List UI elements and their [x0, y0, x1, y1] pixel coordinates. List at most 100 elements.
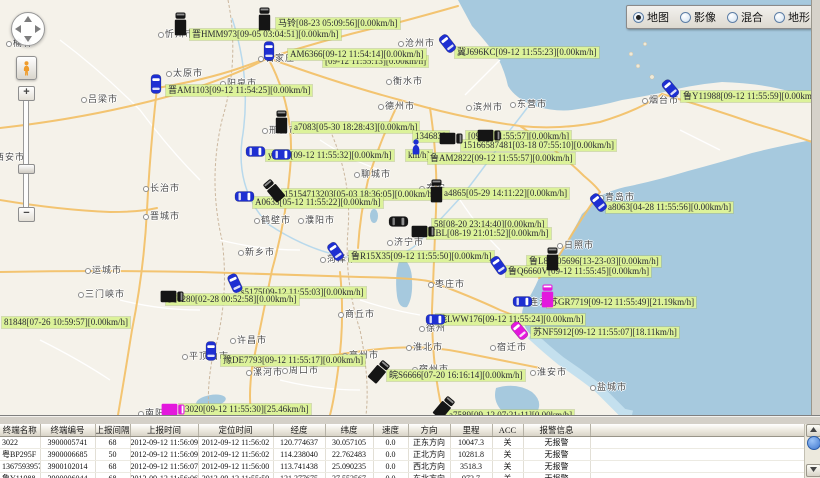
pan-control[interactable]	[11, 12, 45, 46]
vehicle-marker-car[interactable]	[205, 341, 217, 366]
cell: 东北方向	[408, 473, 450, 478]
city-label: 沧州市	[398, 36, 435, 49]
city-dot-icon	[230, 338, 236, 344]
column-header[interactable]: 终端编号	[40, 424, 95, 437]
vehicle-label[interactable]: 皖S6666[07-20 16:16:14][0.00km/h]	[387, 370, 525, 381]
vehicle-marker-truck[interactable]	[430, 179, 443, 208]
vehicle-label[interactable]: 冀6280[02-28 00:52:58][0.00km/h]	[166, 294, 299, 305]
cell: 鲁Y11988	[0, 473, 40, 478]
table-scrollbar[interactable]	[804, 424, 820, 478]
cell: 2012-09-12 11:55:59	[198, 473, 273, 478]
vehicle-label[interactable]: a7589[09-12 07:21:11][0.00km/h]	[447, 410, 574, 415]
table-row[interactable]: 30223900005741682012-09-12 11:56:092012-…	[0, 437, 805, 449]
column-header[interactable]: 速度	[373, 424, 408, 437]
vehicle-marker-car[interactable]	[230, 191, 255, 203]
zoom-slider-track[interactable]	[23, 99, 29, 209]
vehicle-marker-truck[interactable]	[546, 247, 559, 276]
map-canvas[interactable]: 榆林忻州市太原市阳泉市吕梁市石家庄沧州市衡水市德州市滨州市东营市烟台市邢台市聊城…	[0, 0, 820, 415]
vehicle-marker-truck[interactable]	[156, 403, 185, 415]
pan-left-icon[interactable]	[15, 25, 21, 33]
layer-option-1[interactable]: 影像	[680, 9, 716, 25]
vehicle-marker-truck[interactable]	[258, 7, 271, 36]
column-header[interactable]: 报警信息	[523, 424, 590, 437]
layer-option-0[interactable]: 地图	[633, 9, 669, 25]
vehicle-label[interactable]: 鲁AM2822[09-12 11:55:57][0.00km/h]	[428, 153, 575, 164]
column-header[interactable]: 终端名称	[0, 424, 40, 437]
table-row[interactable]: 1367593957...3900102014682012-09-12 11:5…	[0, 461, 805, 473]
cell: 关	[492, 437, 523, 449]
column-header[interactable]: 里程	[450, 424, 492, 437]
vehicle-marker-car[interactable]	[263, 41, 275, 66]
vehicle-label[interactable]: a7083[05-30 18:28:43][0.00km/h]	[292, 122, 419, 133]
vehicle-label[interactable]: a8063[04-28 11:55:56][0.00km/h]	[606, 202, 733, 213]
vehicle-label[interactable]: 81848[07-26 10:59:57][0.00km/h]	[2, 317, 130, 328]
column-header[interactable]: 纬度	[325, 424, 373, 437]
vehicle-marker-car[interactable]	[384, 216, 409, 228]
scroll-down-button[interactable]	[806, 464, 820, 477]
vehicle-marker-truck[interactable]	[472, 129, 501, 142]
column-header[interactable]: 上报时间	[130, 424, 198, 437]
vehicle-label[interactable]: 马铃[08-23 05:09:56][0.00km/h]	[276, 18, 400, 29]
column-header[interactable]: 上报间隔	[95, 424, 130, 437]
cell: 3900102014	[40, 461, 95, 473]
vehicle-label[interactable]: HBL[08-19 21:01:52][0.00km/h]	[427, 228, 551, 239]
vehicle-marker-truck[interactable]	[174, 12, 187, 41]
vehicle-label[interactable]: a4865[05-29 14:11:22][0.00km/h]	[442, 188, 569, 199]
vehicle-marker-car[interactable]	[267, 149, 292, 161]
vehicle-marker-car[interactable]	[508, 296, 533, 308]
vehicle-label[interactable]: 鲁Q6660V[09-12 11:55:45][0.00km/h]	[506, 266, 651, 277]
column-header[interactable]: 经度	[273, 424, 325, 437]
vehicle-label[interactable]: 晋AM1103[09-12 11:54:25][0.00km/h]	[166, 85, 312, 96]
vehicle-label[interactable]: AM6366[09-12 11:54:14][0.00km/h]	[288, 49, 426, 60]
pan-up-icon[interactable]	[24, 16, 32, 22]
vehicle-marker-truck[interactable]	[155, 290, 184, 303]
city-dot-icon	[298, 218, 304, 224]
radio-icon[interactable]	[680, 12, 691, 23]
layer-option-2[interactable]: 混合	[727, 9, 763, 25]
city-dot-icon	[642, 98, 648, 104]
city-label: 新乡市	[238, 245, 275, 258]
vehicle-label[interactable]: 鲁R15X35[09-12 11:55:50][0.00km/h]	[349, 251, 494, 262]
zoom-out-button[interactable]: −	[18, 207, 35, 222]
cell: 120.774637	[273, 437, 325, 449]
vehicle-label[interactable]: a3020[09-12 11:55:30][25.46km/h]	[179, 404, 311, 415]
pegman-button[interactable]	[16, 56, 37, 80]
vehicle-label[interactable]: 鲁Y11988[09-12 11:55:59][0.00km/h]	[681, 91, 820, 102]
table-row[interactable]: 粤BP295F3900006685502012-09-12 11:56:0920…	[0, 449, 805, 461]
column-header[interactable]: 定位时间	[198, 424, 273, 437]
table-row[interactable]: 鲁Y119883900006044682012-09-12 11:56:0620…	[0, 473, 805, 478]
vehicle-label[interactable]: 苏NF5912[09-12 11:55:07][18.11km/h]	[531, 327, 679, 338]
vehicle-marker-truck[interactable]	[434, 132, 463, 145]
vehicle-marker-car[interactable]	[241, 146, 266, 158]
cell: 2012-09-12 11:56:00	[198, 461, 273, 473]
layer-option-3[interactable]: 地形	[774, 9, 810, 25]
cell: 无报警	[523, 473, 590, 478]
zoom-slider-handle[interactable]	[18, 164, 35, 174]
vehicle-label[interactable]: 冀J696KC[09-12 11:55:23][0.00km/h]	[455, 47, 599, 58]
vehicle-marker-truck[interactable]	[541, 284, 554, 313]
vehicle-table-panel: 终端名称终端编号上报间隔上报时间定位时间经度纬度速度方向里程ACC报警信息 30…	[0, 424, 820, 478]
pan-right-icon[interactable]	[35, 25, 41, 33]
zoom-in-button[interactable]: +	[18, 86, 35, 101]
radio-icon[interactable]	[633, 12, 644, 23]
vehicle-marker-car[interactable]	[150, 74, 162, 99]
cell: 25.090235	[325, 461, 373, 473]
vehicle-marker-car[interactable]	[421, 314, 446, 326]
cell: 2012-09-12 11:56:02	[198, 449, 273, 461]
person-marker[interactable]	[411, 139, 421, 160]
vehicle-marker-truck[interactable]	[275, 110, 288, 139]
vehicle-label[interactable]: 苏GR7719[09-12 11:55:49][21.19km/h]	[547, 297, 696, 308]
vehicle-marker-truck[interactable]	[406, 225, 435, 238]
scroll-thumb[interactable]	[807, 436, 820, 450]
column-header[interactable]: 方向	[408, 424, 450, 437]
column-header[interactable]	[590, 424, 805, 437]
city-dot-icon	[85, 268, 91, 274]
vehicle-label[interactable]: 豫DE7793[09-12 11:55:17][0.00km/h]	[221, 355, 365, 366]
radio-icon[interactable]	[727, 12, 738, 23]
pan-down-icon[interactable]	[24, 36, 32, 42]
column-header[interactable]: ACC	[492, 424, 523, 437]
vehicle-monitoring-window: { "layer_control": { "options": [ {"labe…	[0, 0, 820, 478]
radio-icon[interactable]	[774, 12, 785, 23]
cell: 10047.3	[450, 437, 492, 449]
cell: 2012-09-12 11:56:02	[198, 437, 273, 449]
